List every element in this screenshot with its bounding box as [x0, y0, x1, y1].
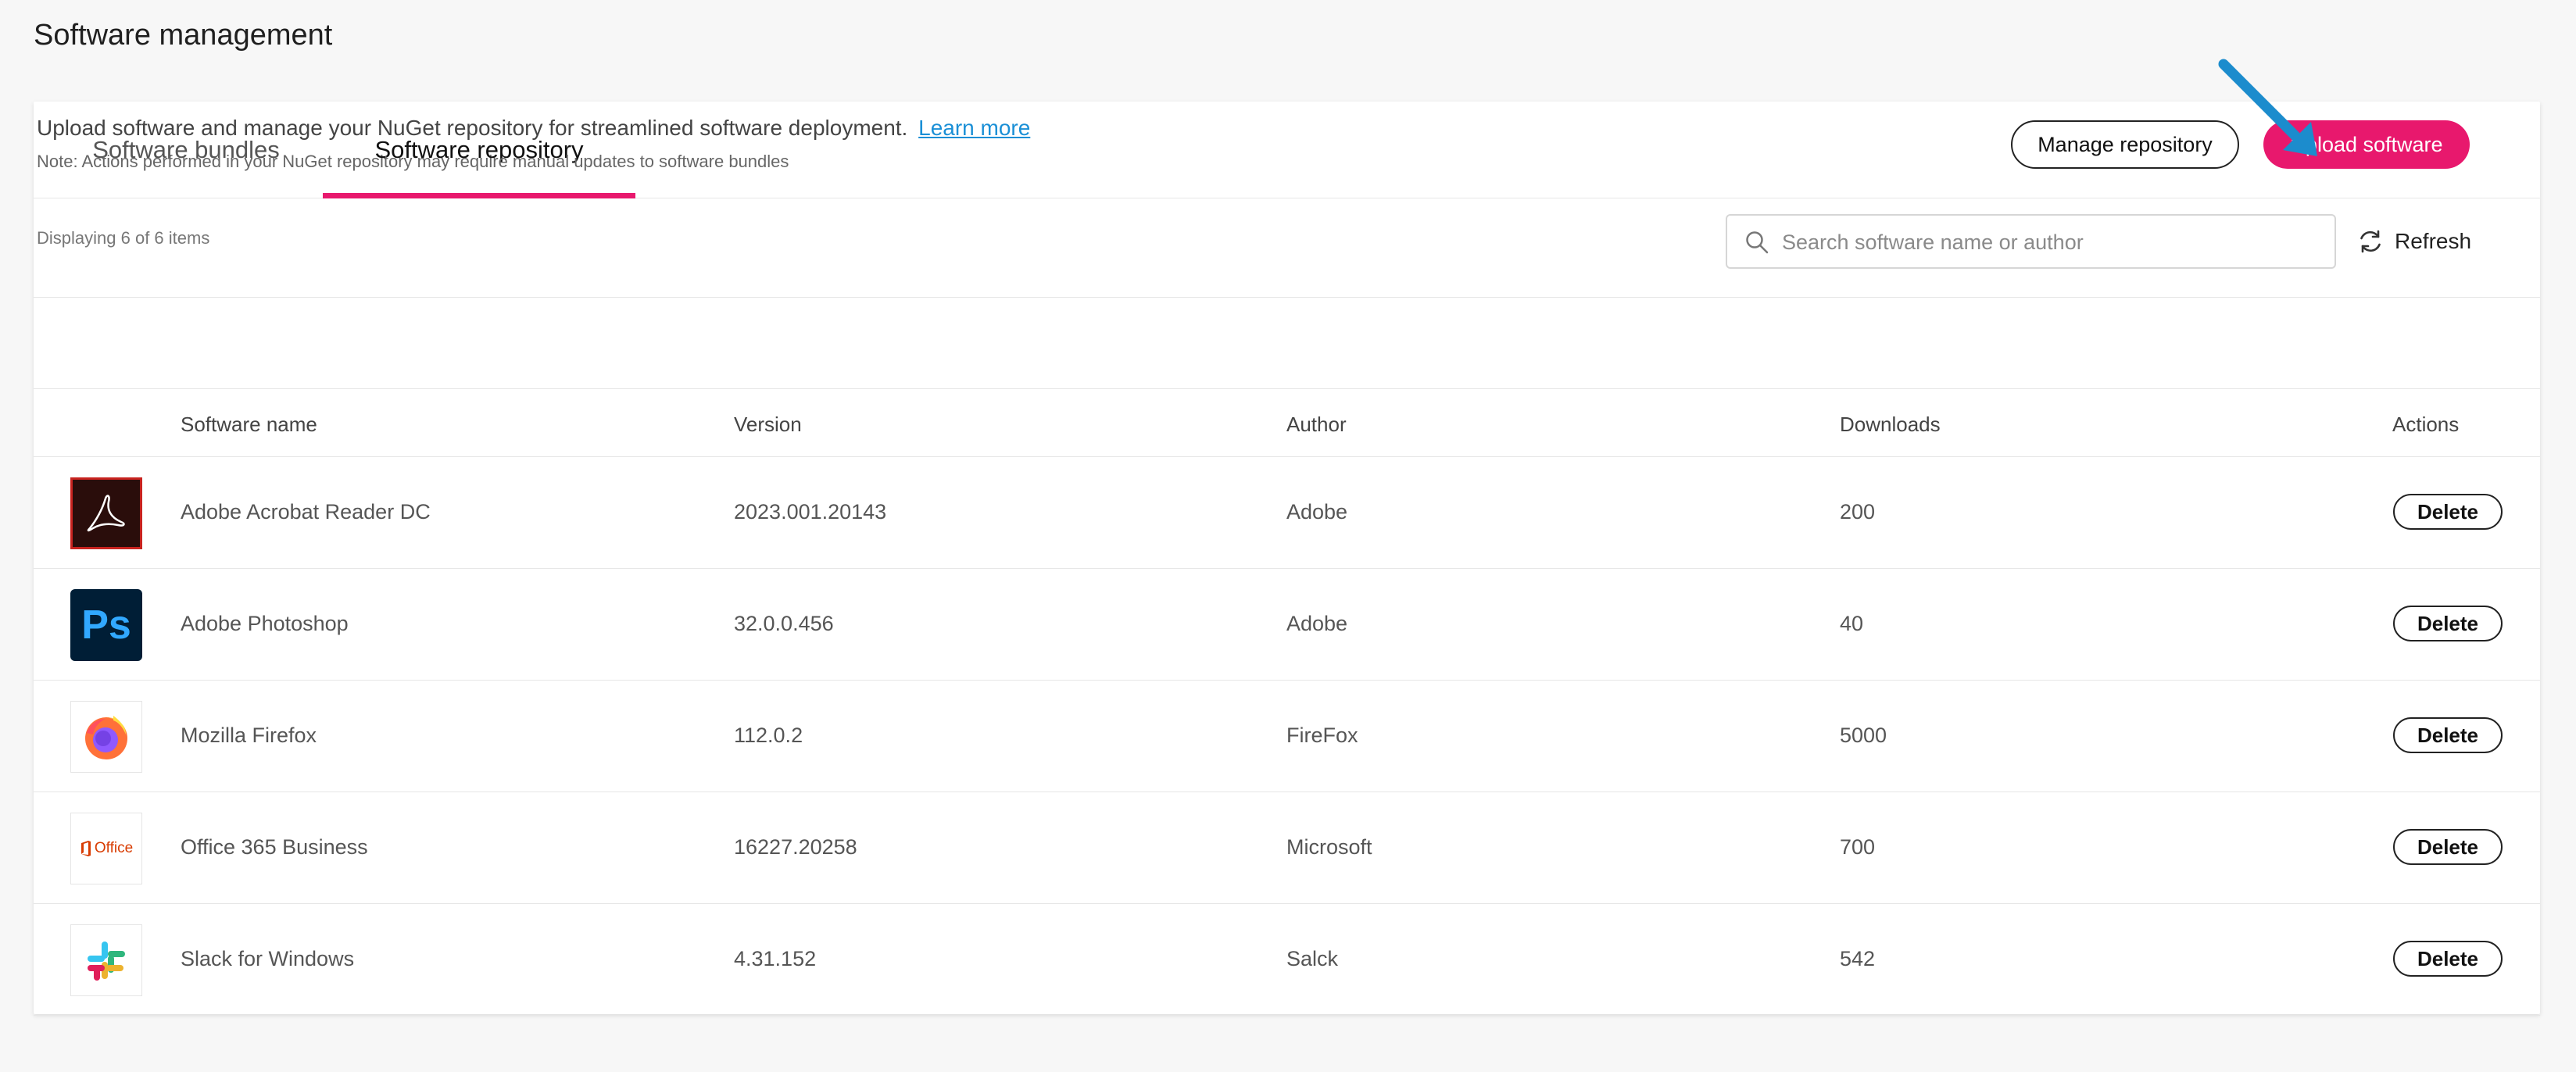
search-box: [1726, 214, 2336, 269]
search-input[interactable]: [1780, 222, 2315, 263]
delete-button[interactable]: Delete: [2393, 829, 2503, 865]
item-count: Displaying 6 of 6 items: [37, 228, 210, 248]
delete-button[interactable]: Delete: [2393, 606, 2503, 641]
page-title: Software management: [34, 19, 333, 52]
delete-button[interactable]: Delete: [2393, 494, 2503, 530]
repository-description: Upload software and manage your NuGet re…: [37, 116, 1030, 141]
delete-button[interactable]: Delete: [2393, 717, 2503, 753]
annotation-arrow-icon: [2218, 59, 2317, 156]
description-text: Upload software and manage your NuGet re…: [37, 116, 908, 140]
refresh-label: Refresh: [2395, 229, 2472, 253]
learn-more-link[interactable]: Learn more: [918, 116, 1030, 140]
refresh-icon: [2360, 230, 2381, 253]
note-text: Note: Actions performed in your NuGet re…: [37, 152, 789, 171]
manage-repository-button[interactable]: Manage repository: [2011, 120, 2239, 169]
delete-button[interactable]: Delete: [2393, 941, 2503, 977]
refresh-button[interactable]: Refresh: [2357, 225, 2471, 258]
search-icon: [1746, 231, 1769, 254]
